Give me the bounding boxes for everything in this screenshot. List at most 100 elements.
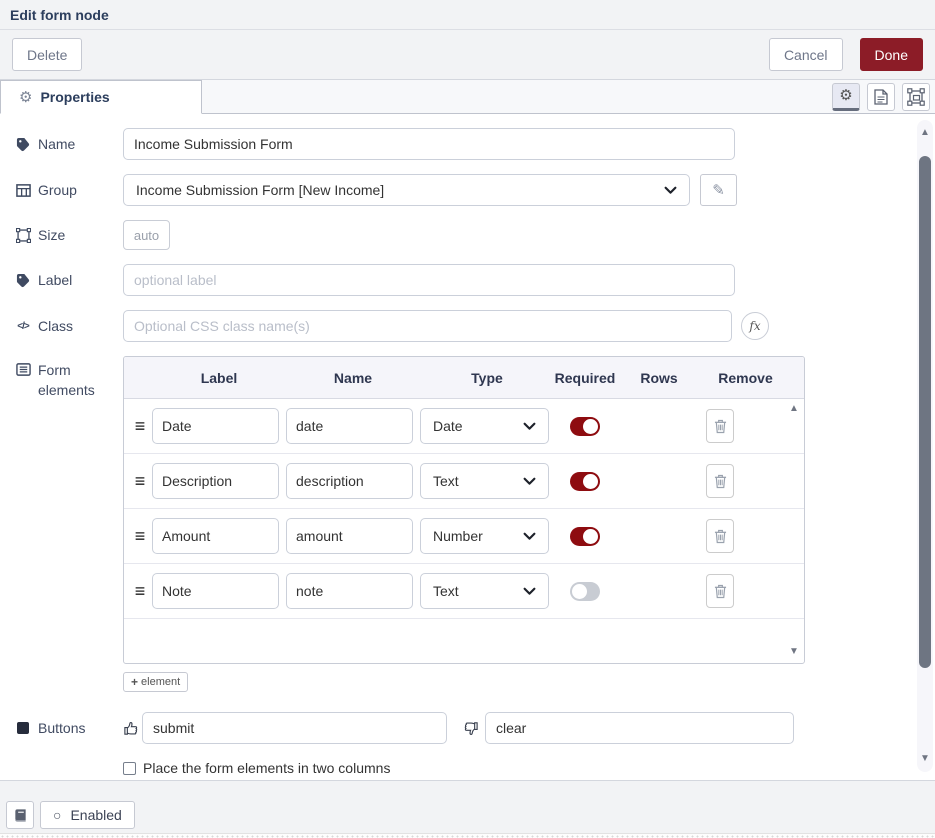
add-element-button[interactable]: + element — [123, 672, 188, 692]
gear-icon: ⚙ — [19, 90, 32, 105]
element-type-select[interactable]: Date — [420, 408, 549, 444]
required-toggle[interactable] — [570, 472, 600, 491]
column-header-type: Type — [420, 370, 554, 386]
class-input[interactable] — [123, 310, 732, 342]
clear-button-text-input[interactable] — [485, 712, 794, 744]
element-name-input[interactable] — [286, 463, 413, 499]
panel-scrollbar[interactable]: ▲ ▼ — [917, 120, 933, 772]
elements-table-body-rows: ≡ Date ≡ Text — [124, 399, 804, 619]
form-elements-editor: Label Name Type Required Rows Remove ≡ D… — [123, 356, 805, 692]
list-icon — [15, 360, 31, 377]
element-type-select[interactable]: Text — [420, 463, 549, 499]
two-columns-option-row: Place the form elements in two columns — [123, 760, 935, 776]
tab-icon-buttons: ⚙ — [832, 83, 935, 111]
square-icon — [15, 722, 31, 734]
submit-button-text-input[interactable] — [142, 712, 447, 744]
size-field-label: Size — [15, 227, 123, 243]
book-icon — [13, 808, 28, 823]
tab-properties[interactable]: ⚙ Properties — [0, 80, 202, 114]
drag-handle-icon[interactable]: ≡ — [128, 581, 152, 602]
trash-icon — [714, 419, 727, 434]
scroll-down-icon[interactable]: ▼ — [917, 754, 933, 764]
chevron-down-icon — [523, 477, 536, 486]
enabled-toggle-button[interactable]: ○ Enabled — [40, 801, 135, 829]
required-toggle[interactable] — [570, 527, 600, 546]
element-name-input[interactable] — [286, 518, 413, 554]
rows-cell — [616, 536, 702, 537]
expression-fx-button[interactable]: fx — [741, 312, 769, 340]
element-type-select[interactable]: Text — [420, 573, 549, 609]
column-header-remove: Remove — [702, 370, 789, 386]
label-field-label: Label — [15, 272, 123, 288]
dialog-header: Edit form node — [0, 0, 935, 30]
delete-element-button[interactable] — [706, 464, 734, 498]
tab-properties-label: Properties — [40, 89, 109, 105]
buttons-field-row: Buttons — [15, 712, 935, 744]
table-scrollbar[interactable]: ▲ ▼ — [786, 404, 802, 657]
drag-handle-icon[interactable]: ≡ — [128, 526, 152, 547]
scroll-up-icon[interactable]: ▲ — [789, 404, 799, 414]
required-toggle[interactable] — [570, 417, 600, 436]
element-name-input[interactable] — [286, 408, 413, 444]
form-elements-field-row: Form elements Label Name Type Required R… — [15, 356, 935, 692]
node-help-button[interactable] — [6, 801, 34, 829]
thumbs-down-icon — [462, 720, 479, 737]
table-icon — [15, 183, 31, 198]
appearance-icon — [907, 88, 925, 106]
panel-scrollbar-thumb[interactable] — [919, 156, 931, 668]
drag-handle-icon[interactable]: ≡ — [128, 471, 152, 492]
required-toggle[interactable] — [570, 582, 600, 601]
dialog-footer: ○ Enabled — [0, 780, 935, 833]
chevron-down-icon — [523, 422, 536, 431]
trash-icon — [714, 474, 727, 489]
element-label-input[interactable] — [152, 573, 279, 609]
trash-icon — [714, 529, 727, 544]
name-field-label: Name — [15, 136, 123, 152]
element-row: ≡ Date — [124, 399, 804, 454]
element-row: ≡ Text — [124, 564, 804, 619]
column-header-rows: Rows — [616, 370, 702, 386]
size-field-row: Size auto — [15, 220, 935, 250]
group-select[interactable]: Income Submission Form [New Income] — [123, 174, 690, 206]
cancel-button[interactable]: Cancel — [769, 38, 843, 71]
size-frame-icon — [15, 228, 31, 243]
delete-button[interactable]: Delete — [12, 38, 82, 71]
element-row: ≡ Number — [124, 509, 804, 564]
scroll-up-icon[interactable]: ▲ — [917, 128, 933, 138]
pencil-icon: ✎ — [712, 182, 725, 199]
two-columns-checkbox[interactable] — [123, 762, 136, 775]
done-button[interactable]: Done — [860, 38, 923, 71]
drag-handle-icon[interactable]: ≡ — [128, 416, 152, 437]
edit-group-button[interactable]: ✎ — [700, 174, 737, 206]
class-field-label: </> Class — [15, 318, 123, 334]
elements-table-header: Label Name Type Required Rows Remove — [124, 357, 804, 399]
label-field-row: Label — [15, 264, 935, 296]
description-tab-icon-button[interactable] — [867, 83, 895, 111]
name-input[interactable] — [123, 128, 735, 160]
chevron-down-icon — [664, 186, 677, 195]
element-name-input[interactable] — [286, 573, 413, 609]
column-header-name: Name — [286, 370, 420, 386]
label-input[interactable] — [123, 264, 735, 296]
group-select-value: Income Submission Form [New Income] — [136, 182, 384, 198]
rows-cell — [616, 591, 702, 592]
delete-element-button[interactable] — [706, 409, 734, 443]
element-type-select[interactable]: Number — [420, 518, 549, 554]
appearance-tab-icon-button[interactable] — [902, 83, 930, 111]
element-label-input[interactable] — [152, 518, 279, 554]
size-auto-button[interactable]: auto — [123, 220, 170, 250]
workspace-edge — [0, 833, 935, 838]
rows-cell — [616, 481, 702, 482]
element-label-input[interactable] — [152, 463, 279, 499]
two-columns-checkbox-label: Place the form elements in two columns — [143, 760, 390, 776]
delete-element-button[interactable] — [706, 574, 734, 608]
dialog-button-bar: Delete Cancel Done — [0, 30, 935, 80]
scroll-down-icon[interactable]: ▼ — [789, 647, 799, 657]
form-elements-field-label: Form elements — [15, 356, 123, 401]
element-label-input[interactable] — [152, 408, 279, 444]
thumbs-up-icon — [123, 720, 140, 737]
delete-element-button[interactable] — [706, 519, 734, 553]
class-field-row: </> Class fx — [15, 310, 935, 342]
name-field-row: Name — [15, 128, 935, 160]
properties-tab-icon-button[interactable]: ⚙ — [832, 83, 860, 111]
